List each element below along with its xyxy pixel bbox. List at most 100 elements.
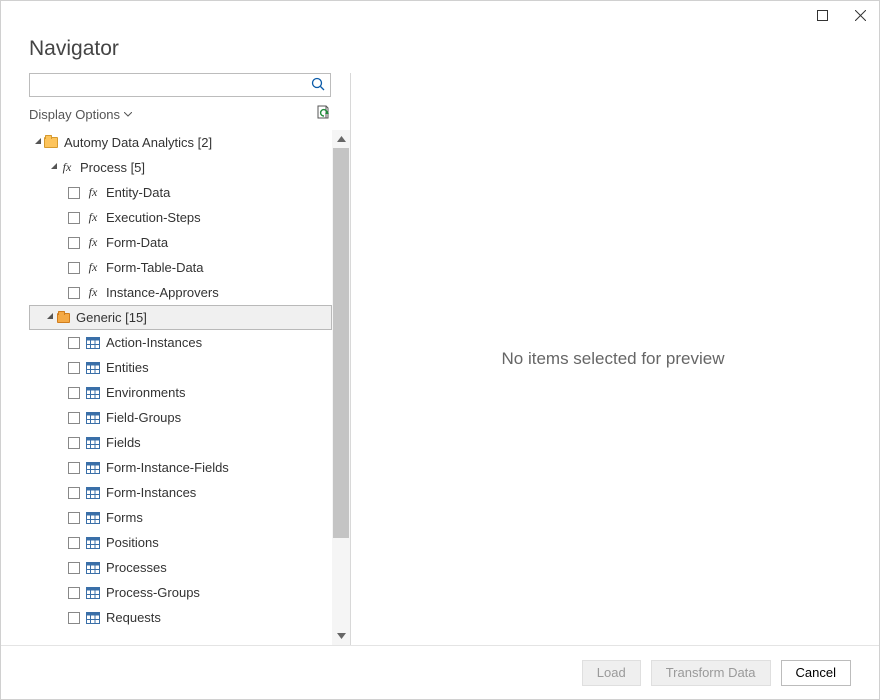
checkbox[interactable] [68,412,80,424]
transform-data-button[interactable]: Transform Data [651,660,771,686]
tree-leaf[interactable]: Entities [29,355,332,380]
display-options-label: Display Options [29,107,120,122]
tree-leaf-label: Positions [106,535,327,550]
fx-icon: fx [86,261,100,275]
tree-inner: Automy Data Analytics [2] fx Process [5] [29,130,332,645]
tree-leaf-label: Form-Data [106,235,327,250]
tree-leaf-label: Field-Groups [106,410,327,425]
page-title: Navigator [29,37,851,61]
tree-leaf[interactable]: Fields [29,430,332,455]
tree-node-label: Process [5] [80,160,327,175]
tree-node-generic[interactable]: Generic [15] [29,305,332,330]
tree-leaf[interactable]: Environments [29,380,332,405]
tree-leaf-label: Action-Instances [106,335,327,350]
table-icon [86,486,100,500]
maximize-icon [817,10,828,21]
table-icon [86,586,100,600]
maximize-button[interactable] [803,1,841,29]
tree-leaf[interactable]: Field-Groups [29,405,332,430]
tree-leaf[interactable]: Form-Instance-Fields [29,455,332,480]
checkbox[interactable] [68,487,80,499]
display-options-dropdown[interactable]: Display Options [29,107,132,122]
table-icon [86,461,100,475]
close-icon [855,10,866,21]
tree: Automy Data Analytics [2] fx Process [5] [29,130,350,645]
collapse-icon[interactable] [48,162,60,174]
titlebar [1,1,879,37]
scroll-thumb[interactable] [333,148,349,538]
tree-leaf[interactable]: fx Form-Data [29,230,332,255]
tree-node-process[interactable]: fx Process [5] [29,155,332,180]
scroll-down-icon[interactable] [332,627,350,645]
tree-leaf[interactable]: fx Execution-Steps [29,205,332,230]
checkbox[interactable] [68,237,80,249]
tree-leaf[interactable]: fx Entity-Data [29,180,332,205]
fx-icon: fx [86,236,100,250]
tree-leaf[interactable]: Forms [29,505,332,530]
close-button[interactable] [841,1,879,29]
footer: Load Transform Data Cancel [1,645,879,699]
checkbox[interactable] [68,537,80,549]
refresh-icon [316,105,331,121]
cancel-button[interactable]: Cancel [781,660,851,686]
checkbox[interactable] [68,262,80,274]
checkbox[interactable] [68,287,80,299]
preview-panel: No items selected for preview [375,73,851,645]
table-icon [86,536,100,550]
tree-scrollbar[interactable] [332,130,350,645]
checkbox[interactable] [68,387,80,399]
checkbox[interactable] [68,437,80,449]
tree-leaf[interactable]: Process-Groups [29,580,332,605]
fx-icon: fx [60,161,74,175]
tree-leaf-label: Form-Instance-Fields [106,460,327,475]
tree-leaf-label: Form-Table-Data [106,260,327,275]
checkbox[interactable] [68,187,80,199]
tree-leaf[interactable]: Form-Instances [29,480,332,505]
tree-leaf[interactable]: Action-Instances [29,330,332,355]
tree-leaf[interactable]: Positions [29,530,332,555]
tree-leaf[interactable]: fx Instance-Approvers [29,280,332,305]
table-icon [86,611,100,625]
tree-node-root[interactable]: Automy Data Analytics [2] [29,130,332,155]
tree-leaf-label: Instance-Approvers [106,285,327,300]
tree-leaf[interactable]: Requests [29,605,332,630]
checkbox[interactable] [68,512,80,524]
collapse-icon[interactable] [32,137,44,149]
search-wrap [29,73,331,97]
table-icon [86,361,100,375]
table-icon [86,336,100,350]
refresh-button[interactable] [316,105,331,124]
checkbox[interactable] [68,462,80,474]
search-input[interactable] [29,73,331,97]
checkbox[interactable] [68,587,80,599]
tree-leaf-label: Process-Groups [106,585,327,600]
fx-icon: fx [86,186,100,200]
navigator-window: Navigator Display Options [0,0,880,700]
fx-icon: fx [86,286,100,300]
checkbox[interactable] [68,212,80,224]
options-bar: Display Options [29,105,331,124]
checkbox[interactable] [68,362,80,374]
tree-leaf-label: Processes [106,560,327,575]
load-button[interactable]: Load [582,660,641,686]
left-panel: Display Options [29,73,351,645]
table-icon [86,561,100,575]
folder-icon [44,136,58,150]
table-icon [86,411,100,425]
preview-empty-message: No items selected for preview [502,349,725,369]
tree-leaf-label: Requests [106,610,327,625]
chevron-down-icon [124,112,132,117]
tree-leaf-label: Fields [106,435,327,450]
checkbox[interactable] [68,337,80,349]
tree-leaf-label: Environments [106,385,327,400]
scroll-up-icon[interactable] [332,130,350,148]
tree-leaf[interactable]: Processes [29,555,332,580]
checkbox[interactable] [68,612,80,624]
fx-icon: fx [86,211,100,225]
search-icon[interactable] [311,77,325,94]
collapse-icon[interactable] [44,312,56,324]
tree-leaf[interactable]: fx Form-Table-Data [29,255,332,280]
header: Navigator [1,37,879,73]
checkbox[interactable] [68,562,80,574]
tree-leaf-label: Forms [106,510,327,525]
